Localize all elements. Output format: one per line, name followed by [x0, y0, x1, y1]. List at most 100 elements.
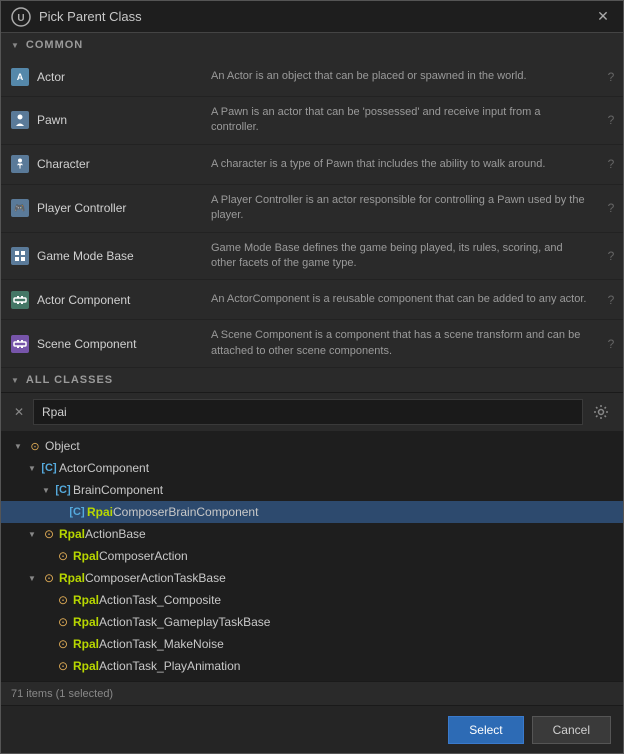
task-composite-icon: ⊙ — [55, 592, 71, 608]
all-classes-section-label: ALL CLASSES — [26, 374, 113, 386]
tree-node-rpai-action-task-base[interactable]: ▼ ⊙ RpalComposerActionTaskBase — [1, 567, 623, 589]
player-controller-icon: 🎮 — [11, 199, 29, 217]
rpai-composer-action-label: RpalComposerAction — [73, 549, 619, 563]
common-section-header[interactable]: ▼ COMMON — [1, 33, 623, 57]
cancel-button[interactable]: Cancel — [532, 716, 611, 744]
object-node-label: Object — [45, 439, 619, 453]
common-item-character[interactable]: Character A character is a type of Pawn … — [1, 145, 623, 185]
braincomponent-node-label: BrainComponent — [73, 483, 619, 497]
character-label: Character — [37, 157, 90, 171]
task-makenoise-icon: ⊙ — [55, 636, 71, 652]
character-help-icon[interactable]: ? — [599, 145, 623, 184]
pawn-description: A Pawn is an actor that can be 'possesse… — [201, 97, 599, 144]
actor-help-icon[interactable]: ? — [599, 57, 623, 96]
main-content: ▼ COMMON A Actor An Actor is an object t… — [1, 33, 623, 681]
task-gameplay-expand-icon — [39, 615, 53, 629]
rpai-composer-action-expand-icon — [39, 549, 53, 563]
common-item-actor[interactable]: A Actor An Actor is an object that can b… — [1, 57, 623, 97]
pick-parent-class-window: U Pick Parent Class ✕ ▼ COMMON A Actor A… — [0, 0, 624, 754]
braincomponent-expand-icon[interactable]: ▼ — [39, 483, 53, 497]
rpai-composer-action-icon: ⊙ — [55, 548, 71, 564]
common-item-player-controller-left: 🎮 Player Controller — [1, 185, 201, 232]
rpai-brain-node-icon: [C] — [69, 504, 85, 520]
pawn-help-icon[interactable]: ? — [599, 97, 623, 144]
tree-node-rpai-composer-brain[interactable]: [C] RpaiComposerBrainComponent — [1, 501, 623, 523]
common-items-list: A Actor An Actor is an object that can b… — [1, 57, 623, 368]
tree-node-task-gameplay[interactable]: ⊙ RpalActionTask_GameplayTaskBase — [1, 611, 623, 633]
common-item-scene-component-left: Scene Component — [1, 320, 201, 367]
object-node-icon: ⊙ — [27, 438, 43, 454]
window-title: Pick Parent Class — [39, 9, 142, 24]
tree-node-object[interactable]: ▼ ⊙ Object — [1, 435, 623, 457]
game-mode-description: Game Mode Base defines the game being pl… — [201, 233, 599, 280]
rpai-brain-node-label: RpaiComposerBrainComponent — [87, 505, 619, 519]
task-playanimation-expand-icon — [39, 659, 53, 673]
common-item-player-controller[interactable]: 🎮 Player Controller A Player Controller … — [1, 185, 623, 233]
rpai-action-task-base-label: RpalComposerActionTaskBase — [59, 571, 619, 585]
rpai-action-task-base-icon: ⊙ — [41, 570, 57, 586]
player-controller-description: A Player Controller is an actor responsi… — [201, 185, 599, 232]
common-item-scene-component[interactable]: Scene Component A Scene Component is a c… — [1, 320, 623, 368]
tree-node-task-makenoise[interactable]: ⊙ RpalActionTask_MakeNoise — [1, 633, 623, 655]
select-button[interactable]: Select — [448, 716, 523, 744]
tree-node-rpai-action-base[interactable]: ▼ ⊙ RpalActionBase — [1, 523, 623, 545]
task-composite-expand-icon — [39, 593, 53, 607]
svg-text:U: U — [17, 13, 24, 24]
status-text: 71 items (1 selected) — [11, 688, 113, 700]
tree-node-braincomponent[interactable]: ▼ [C] BrainComponent — [1, 479, 623, 501]
common-item-actor-component[interactable]: Actor Component An ActorComponent is a r… — [1, 280, 623, 320]
common-item-character-left: Character — [1, 145, 201, 184]
common-item-game-mode-base[interactable]: Game Mode Base Game Mode Base defines th… — [1, 233, 623, 281]
common-arrow-icon: ▼ — [11, 41, 20, 50]
braincomponent-node-icon: [C] — [55, 482, 71, 498]
task-makenoise-label: RpalActionTask_MakeNoise — [73, 637, 619, 651]
tree-node-task-composite[interactable]: ⊙ RpalActionTask_Composite — [1, 589, 623, 611]
common-item-actor-left: A Actor — [1, 57, 201, 96]
tree-node-rpai-composer-action[interactable]: ⊙ RpalComposerAction — [1, 545, 623, 567]
actor-description: An Actor is an object that can be placed… — [201, 57, 599, 96]
rpai-action-base-expand-icon[interactable]: ▼ — [25, 527, 39, 541]
scene-component-description: A Scene Component is a component that ha… — [201, 320, 599, 367]
player-controller-help-icon[interactable]: ? — [599, 185, 623, 232]
task-makenoise-expand-icon — [39, 637, 53, 651]
actor-component-description: An ActorComponent is a reusable componen… — [201, 280, 599, 319]
game-mode-help-icon[interactable]: ? — [599, 233, 623, 280]
actor-component-help-icon[interactable]: ? — [599, 280, 623, 319]
task-gameplay-label: RpalActionTask_GameplayTaskBase — [73, 615, 619, 629]
task-playanimation-icon: ⊙ — [55, 658, 71, 674]
titlebar: U Pick Parent Class ✕ — [1, 1, 623, 33]
actor-component-label: Actor Component — [37, 293, 130, 307]
scene-component-help-icon[interactable]: ? — [599, 320, 623, 367]
tree-node-task-playanimation[interactable]: ⊙ RpalActionTask_PlayAnimation — [1, 655, 623, 677]
object-expand-icon[interactable]: ▼ — [11, 439, 25, 453]
titlebar-left: U Pick Parent Class — [11, 7, 142, 27]
actor-component-icon — [11, 291, 29, 309]
settings-icon[interactable] — [589, 400, 613, 424]
tree-node-actorcomponent[interactable]: ▼ [C] ActorComponent — [1, 457, 623, 479]
all-classes-section-header[interactable]: ▼ ALL CLASSES — [1, 368, 623, 392]
rpai-action-base-label: RpalActionBase — [59, 527, 619, 541]
common-item-pawn[interactable]: Pawn A Pawn is an actor that can be 'pos… — [1, 97, 623, 145]
task-gameplay-icon: ⊙ — [55, 614, 71, 630]
scene-component-icon — [11, 335, 29, 353]
task-playanimation-label: RpalActionTask_PlayAnimation — [73, 659, 619, 673]
actorcomponent-expand-icon[interactable]: ▼ — [25, 461, 39, 475]
scene-component-label: Scene Component — [37, 337, 136, 351]
class-tree[interactable]: ▼ ⊙ Object ▼ [C] ActorComponent ▼ [C] Br… — [1, 431, 623, 681]
actor-icon: A — [11, 68, 29, 86]
game-mode-icon — [11, 247, 29, 265]
search-input[interactable] — [33, 399, 583, 425]
task-composite-label: RpalActionTask_Composite — [73, 593, 619, 607]
character-icon — [11, 155, 29, 173]
all-classes-section: ▼ ALL CLASSES ✕ ▼ — [1, 368, 623, 681]
ue-logo-icon: U — [11, 7, 31, 27]
common-item-pawn-left: Pawn — [1, 97, 201, 144]
pawn-icon — [11, 111, 29, 129]
rpai-action-task-base-expand-icon[interactable]: ▼ — [25, 571, 39, 585]
close-button[interactable]: ✕ — [593, 7, 613, 27]
game-mode-base-label: Game Mode Base — [37, 249, 134, 263]
search-bar: ✕ — [1, 392, 623, 431]
search-clear-button[interactable]: ✕ — [11, 405, 27, 419]
all-classes-arrow-icon: ▼ — [11, 376, 20, 385]
common-section-label: COMMON — [26, 39, 83, 51]
